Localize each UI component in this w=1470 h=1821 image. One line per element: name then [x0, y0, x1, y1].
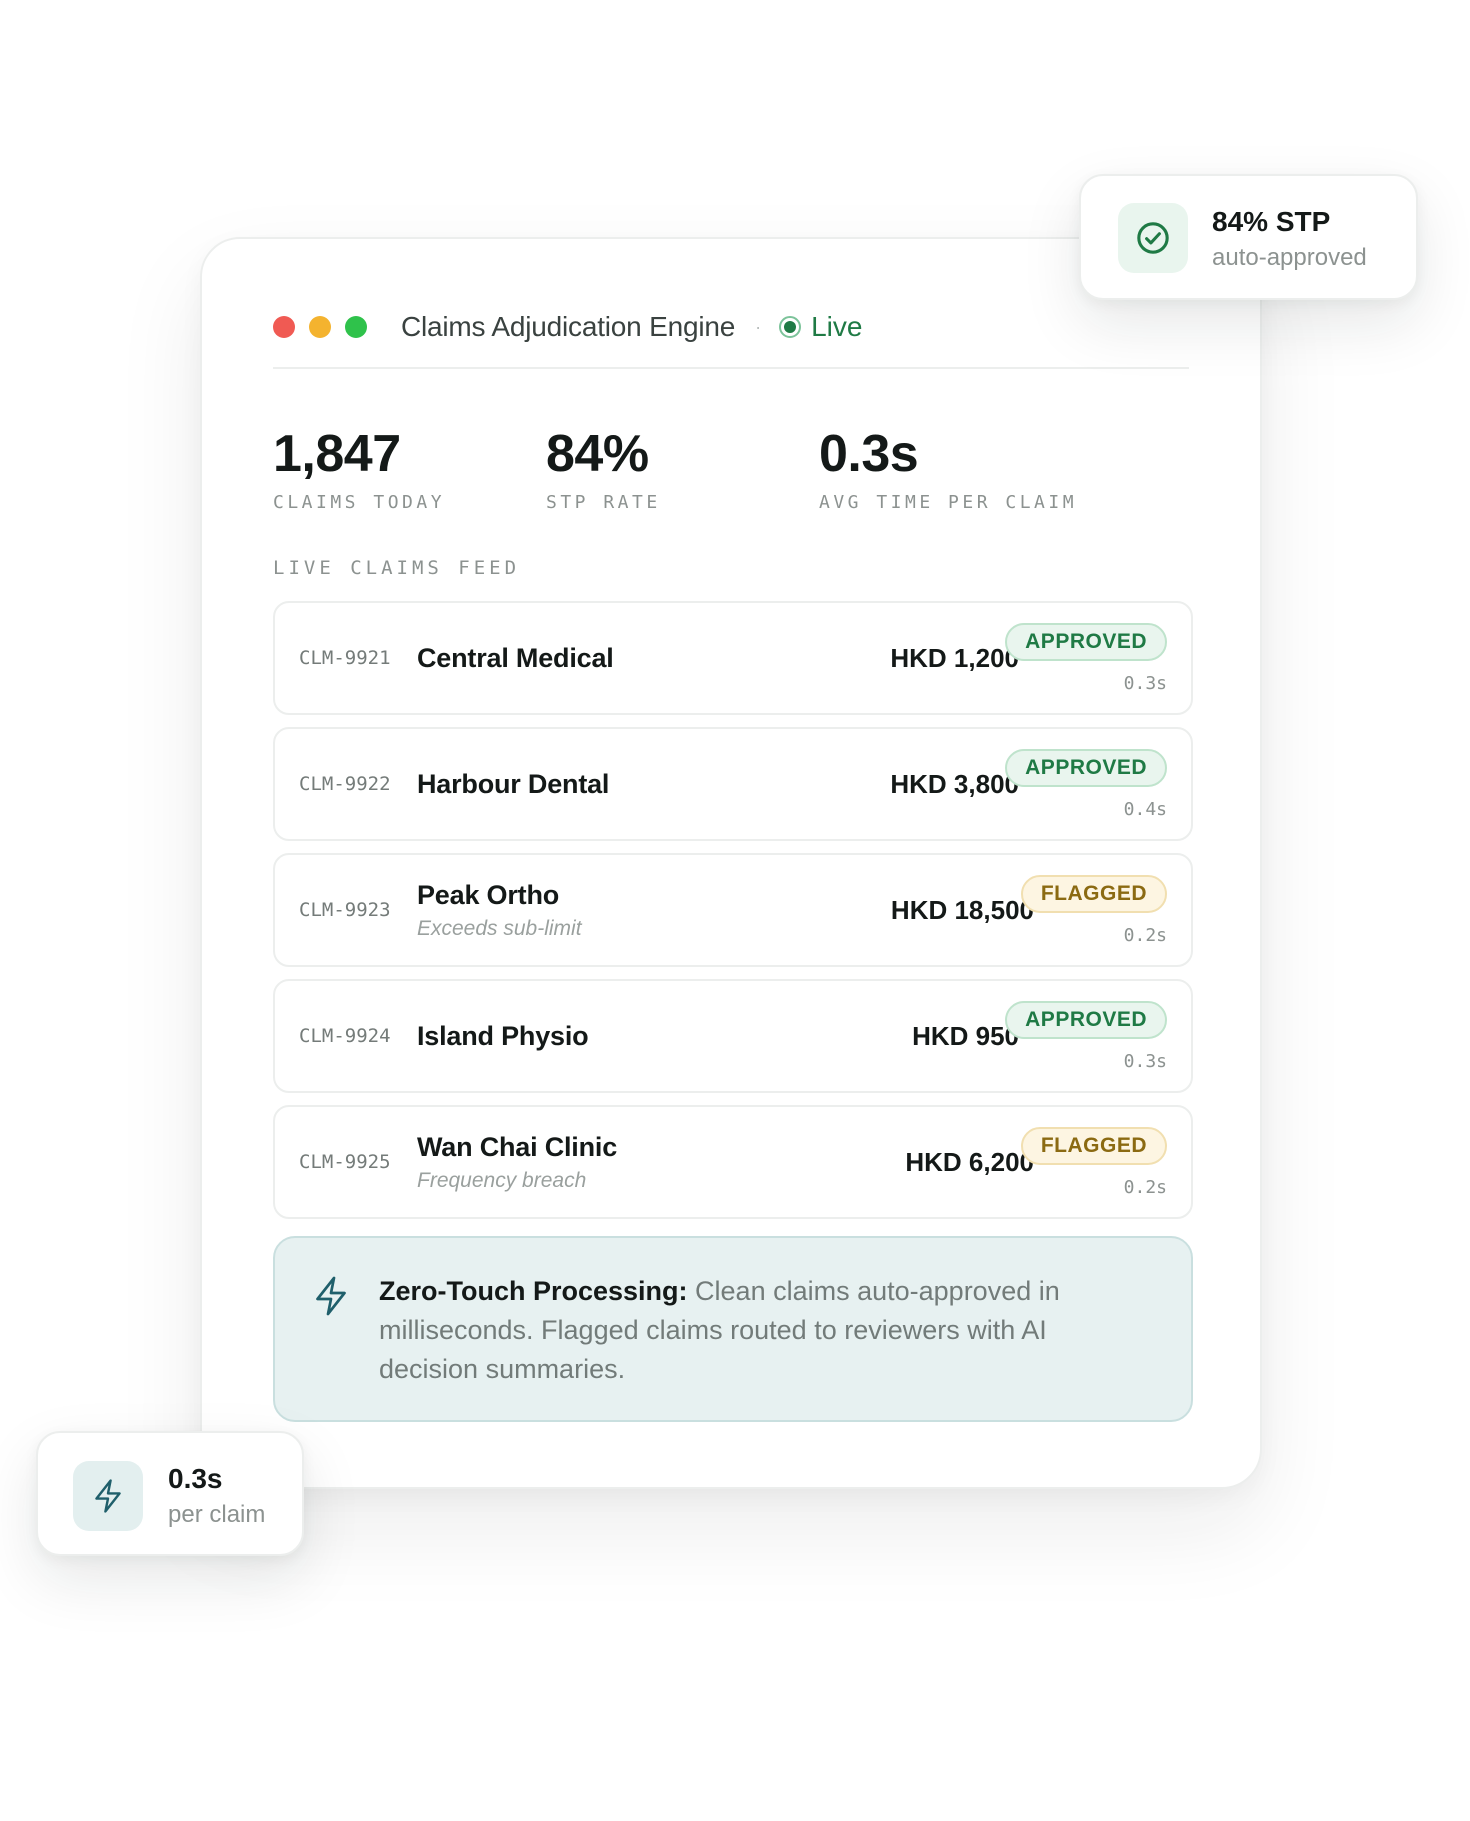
provider-name: Wan Chai Clinic: [417, 1131, 618, 1162]
claim-provider: Peak Ortho Exceeds sub-limit: [417, 855, 582, 965]
claim-id: CLM-9921: [299, 647, 391, 669]
time-caption: per claim: [168, 1501, 266, 1528]
stat-label: AVG TIME PER CLAIM: [819, 492, 1078, 513]
window-titlebar: Claims Adjudication Engine · Live: [273, 287, 1189, 369]
lightning-icon: [95, 1479, 121, 1513]
stat-label: STP RATE: [546, 492, 661, 513]
zero-touch-info-box: Zero-Touch Processing: Clean claims auto…: [273, 1236, 1193, 1422]
claim-row[interactable]: CLM-9923 Peak Ortho Exceeds sub-limit HK…: [273, 853, 1193, 967]
provider-name: Central Medical: [417, 642, 614, 673]
check-icon-box: [1118, 203, 1188, 273]
flag-reason: Frequency breach: [417, 1168, 587, 1192]
live-indicator-icon: [779, 316, 802, 338]
stat-avg-time: 0.3s AVG TIME PER CLAIM: [819, 424, 1077, 513]
title-separator: ·: [755, 316, 762, 337]
stat-value: 0.3s: [819, 425, 919, 483]
minimize-window-dot[interactable]: [309, 316, 331, 338]
claim-amount: HKD 1,200: [890, 642, 1019, 673]
app-title: Claims Adjudication Engine: [401, 311, 736, 342]
stats-row: 1,847 CLAIMS TODAY 84% STP RATE 0.3s AVG…: [273, 424, 1189, 514]
live-status: Live: [811, 311, 863, 342]
stat-claims-today: 1,847 CLAIMS TODAY: [273, 424, 445, 513]
stat-stp-rate: 84% STP RATE: [546, 424, 661, 513]
provider-name: Harbour Dental: [417, 768, 610, 799]
feed-heading: LIVE CLAIMS FEED: [273, 557, 521, 579]
processing-time: 0.2s: [1123, 925, 1167, 946]
claim-row[interactable]: CLM-9924 Island Physio HKD 950 APPROVED …: [273, 979, 1193, 1093]
close-window-dot[interactable]: [273, 316, 295, 338]
processing-time: 0.3s: [1123, 1051, 1167, 1072]
provider-name: Peak Ortho: [417, 879, 560, 910]
claim-amount: HKD 3,800: [890, 768, 1019, 799]
status-badge: APPROVED: [1005, 1001, 1167, 1039]
lightning-icon: [316, 1276, 346, 1316]
flag-reason: Exceeds sub-limit: [417, 916, 582, 940]
claim-id: CLM-9925: [299, 1151, 391, 1173]
claim-amount: HKD 6,200: [905, 1146, 1034, 1177]
claim-amount: HKD 18,500: [890, 894, 1034, 925]
provider-name: Island Physio: [417, 1020, 589, 1051]
processing-time: 0.4s: [1123, 799, 1167, 820]
time-value: 0.3s: [168, 1463, 223, 1494]
check-circle-icon: [1137, 222, 1169, 254]
stage: Claims Adjudication Engine · Live 1,847 …: [0, 0, 1470, 1821]
claims-engine-window: Claims Adjudication Engine · Live 1,847 …: [200, 237, 1262, 1489]
claim-provider: Island Physio: [417, 981, 589, 1091]
stp-summary-card: 84% STP auto-approved: [1079, 174, 1418, 300]
claim-provider: Central Medical: [417, 603, 614, 713]
lightning-icon-box: [73, 1461, 143, 1531]
claim-id: CLM-9922: [299, 773, 391, 795]
claim-row[interactable]: CLM-9925 Wan Chai Clinic Frequency breac…: [273, 1105, 1193, 1219]
claim-id: CLM-9924: [299, 1025, 391, 1047]
status-badge: APPROVED: [1005, 623, 1167, 661]
claim-row[interactable]: CLM-9922 Harbour Dental HKD 3,800 APPROV…: [273, 727, 1193, 841]
processing-time: 0.2s: [1123, 1177, 1167, 1198]
time-summary-card: 0.3s per claim: [36, 1431, 304, 1556]
stat-label: CLAIMS TODAY: [273, 492, 446, 513]
stp-value: 84% STP: [1212, 206, 1331, 237]
claim-provider: Wan Chai Clinic Frequency breach: [417, 1107, 617, 1217]
stat-value: 1,847: [273, 425, 401, 483]
stp-caption: auto-approved: [1212, 244, 1367, 271]
claim-provider: Harbour Dental: [417, 729, 609, 839]
claim-amount: HKD 950: [912, 1020, 1019, 1051]
status-badge: APPROVED: [1005, 749, 1167, 787]
claim-id: CLM-9923: [299, 899, 391, 921]
info-text: Zero-Touch Processing: Clean claims auto…: [379, 1272, 1111, 1389]
status-badge: FLAGGED: [1020, 1127, 1167, 1165]
maximize-window-dot[interactable]: [345, 316, 367, 338]
info-heading: Zero-Touch Processing:: [379, 1276, 688, 1306]
claim-row[interactable]: CLM-9921 Central Medical HKD 1,200 APPRO…: [273, 601, 1193, 715]
claims-list: CLM-9921 Central Medical HKD 1,200 APPRO…: [273, 601, 1193, 1231]
status-badge: FLAGGED: [1020, 875, 1167, 913]
processing-time: 0.3s: [1123, 673, 1167, 694]
stat-value: 84%: [546, 425, 649, 483]
